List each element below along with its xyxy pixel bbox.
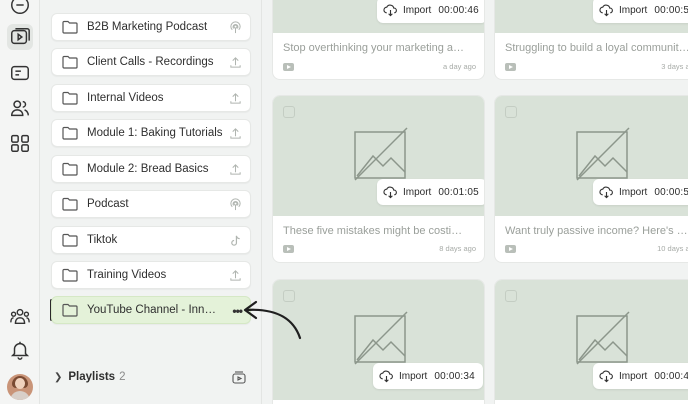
image-placeholder-icon	[576, 311, 630, 365]
folder-item[interactable]: Client Calls - Recordings	[51, 48, 251, 76]
avatar[interactable]	[7, 374, 33, 400]
video-meta: a day ago	[283, 62, 476, 73]
select-checkbox[interactable]	[505, 290, 517, 302]
folder-label: B2B Marketing Podcast	[87, 21, 208, 33]
team-icon[interactable]	[7, 303, 33, 329]
youtube-icon	[283, 63, 294, 71]
video-age: 3 days ago	[661, 62, 688, 71]
playlists-section[interactable]: ❯ Playlists 2	[54, 369, 254, 385]
cloud-download-icon	[383, 4, 397, 17]
folder-label: Client Calls - Recordings	[87, 56, 214, 68]
video-card[interactable]: Import 00:00:46 Stop overthinking your m…	[272, 0, 485, 80]
folder-item-selected[interactable]: YouTube Channel - Inner Circle •••	[51, 296, 251, 324]
folder-label: Internal Videos	[87, 92, 164, 104]
playlists-count: 2	[119, 371, 126, 383]
folder-icon	[62, 55, 78, 69]
video-age: 10 days ago	[657, 244, 688, 253]
upload-icon	[230, 270, 241, 281]
video-title: These five mistakes might be costing you…	[283, 225, 468, 237]
cloud-download-icon	[379, 370, 393, 383]
folder-item[interactable]: Training Videos	[51, 261, 251, 289]
cloud-download-icon	[599, 370, 613, 383]
folder-icon	[62, 233, 78, 247]
folder-label: Module 1: Baking Tutorials	[87, 127, 223, 139]
import-button[interactable]: Import 00:00:48	[593, 363, 688, 389]
tiktok-icon	[231, 235, 240, 246]
folder-item[interactable]: Module 1: Baking Tutorials	[51, 119, 251, 147]
folder-label: Podcast	[87, 198, 129, 210]
select-checkbox[interactable]	[283, 106, 295, 118]
folder-item[interactable]: Podcast	[51, 190, 251, 218]
menu-icon[interactable]	[7, 0, 33, 18]
video-title: Struggling to build a loyal community?	[505, 42, 688, 54]
podcast-icon	[230, 198, 241, 211]
video-age: a day ago	[443, 62, 476, 71]
duration: 00:00:46	[438, 4, 479, 16]
youtube-icon	[505, 245, 516, 253]
video-meta: 8 days ago	[283, 244, 476, 255]
upload-icon	[230, 93, 241, 104]
select-checkbox[interactable]	[505, 106, 517, 118]
chevron-right-icon: ❯	[54, 371, 63, 383]
annotation-arrow	[243, 300, 302, 340]
folder-item[interactable]: Tiktok	[51, 226, 251, 254]
duration: 00:00:34	[434, 370, 475, 382]
add-playlist-icon[interactable]	[231, 369, 247, 385]
folder-icon	[62, 20, 78, 34]
import-button[interactable]: Import 00:00:34	[373, 363, 483, 389]
import-button[interactable]: Import 00:01:05	[377, 179, 484, 205]
folder-icon	[62, 197, 78, 211]
folder-item[interactable]: Module 2: Bread Basics	[51, 155, 251, 183]
media-icon[interactable]	[7, 60, 33, 86]
media-grid: Import 00:00:46 Stop overthinking your m…	[263, 0, 688, 404]
video-library-icon[interactable]	[7, 24, 33, 50]
folder-icon	[62, 303, 78, 317]
image-placeholder-icon	[576, 127, 630, 181]
youtube-icon	[505, 63, 516, 71]
duration: 00:00:52	[654, 186, 688, 198]
duration: 00:00:48	[654, 370, 688, 382]
playlists-label: Playlists	[68, 371, 116, 383]
video-age: 8 days ago	[439, 244, 476, 253]
video-meta: 10 days ago	[505, 244, 688, 255]
video-title: Stop overthinking your marketing and sta…	[283, 42, 468, 54]
upload-icon	[230, 57, 241, 68]
image-placeholder-icon	[354, 311, 408, 365]
folder-label: Tiktok	[87, 234, 118, 246]
import-button[interactable]: Import 00:00:52	[593, 179, 688, 205]
youtube-icon	[283, 245, 294, 253]
folder-icon	[62, 268, 78, 282]
import-button[interactable]: Import 00:00:50	[593, 0, 688, 23]
folder-icon	[62, 91, 78, 105]
cloud-download-icon	[599, 186, 613, 199]
cloud-download-icon	[383, 186, 397, 199]
upload-icon	[230, 128, 241, 139]
users-icon[interactable]	[7, 95, 33, 121]
folder-item[interactable]: Internal Videos	[51, 84, 251, 112]
folder-icon	[62, 162, 78, 176]
icon-rail	[0, 0, 40, 404]
apps-icon[interactable]	[7, 130, 33, 156]
podcast-icon	[230, 21, 241, 34]
folder-label: YouTube Channel - Inner Circle	[87, 304, 217, 316]
video-card[interactable]: Import 00:00:48	[494, 279, 688, 404]
folder-icon	[62, 126, 78, 140]
folder-label: Training Videos	[87, 269, 167, 281]
video-title: Want truly passive income? Here's how	[505, 225, 688, 237]
video-card[interactable]: Import 00:00:50 Struggling to build a lo…	[494, 0, 688, 80]
image-placeholder-icon	[354, 127, 408, 181]
folder-label: Module 2: Bread Basics	[87, 163, 209, 175]
notifications-icon[interactable]	[7, 337, 33, 363]
duration: 00:01:05	[438, 186, 479, 198]
folder-panel: B2B Marketing Podcast Client Calls - Rec…	[41, 0, 262, 404]
upload-icon	[230, 164, 241, 175]
duration: 00:00:50	[654, 4, 688, 16]
video-card[interactable]: Import 00:00:52 Want truly passive incom…	[494, 95, 688, 263]
folder-item[interactable]: B2B Marketing Podcast	[51, 13, 251, 41]
video-meta: 3 days ago	[505, 62, 688, 73]
video-card[interactable]: Import 00:01:05 These five mistakes migh…	[272, 95, 485, 263]
cloud-download-icon	[599, 4, 613, 17]
import-button[interactable]: Import 00:00:46	[377, 0, 484, 23]
